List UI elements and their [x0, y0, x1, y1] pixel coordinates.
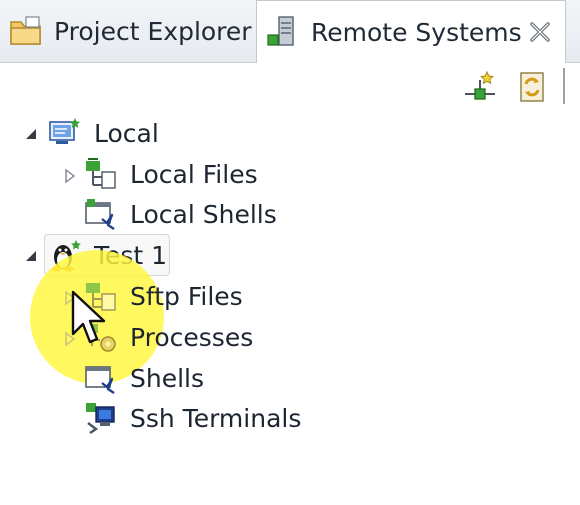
collapse-arrow-icon[interactable]: [23, 248, 39, 264]
tab-label: Remote Systems: [311, 17, 522, 47]
view-tab-bar: Project Explorer Remote Systems: [0, 0, 580, 63]
tree-item-label: Ssh Terminals: [130, 403, 302, 433]
tree-item-label: Local Files: [130, 159, 258, 189]
shell-icon: [85, 199, 115, 230]
local-computer-icon: [49, 118, 81, 144]
toolbar-separator: [563, 68, 565, 104]
collapse-arrow-icon[interactable]: [23, 126, 39, 142]
tree-item-label: Local Shells: [130, 199, 277, 229]
shell-icon: [85, 366, 115, 394]
tree-item-label: Shells: [130, 363, 205, 393]
tree-item-ssh-terminals[interactable]: Ssh Terminals: [84, 399, 301, 437]
tab-label: Project Explorer: [54, 16, 252, 46]
server-icon: [267, 16, 294, 46]
terminal-icon: [86, 403, 115, 435]
expand-arrow-icon[interactable]: [62, 168, 78, 184]
tab-remote-systems[interactable]: Remote Systems: [256, 0, 566, 63]
close-icon[interactable]: [527, 19, 553, 45]
tree-item-local-shells[interactable]: Local Shells: [84, 195, 277, 233]
new-connection-icon[interactable]: [463, 70, 497, 104]
tree-item-shells[interactable]: Shells: [84, 359, 204, 397]
tree-item-local-files[interactable]: Local Files: [84, 155, 258, 193]
refresh-icon[interactable]: [515, 70, 549, 104]
tree-item-label: Local: [94, 118, 159, 148]
files-subsystem-icon: [86, 158, 116, 189]
mouse-cursor-icon: [71, 290, 106, 344]
tree-item-label: Sftp Files: [130, 281, 243, 311]
tree-item-local[interactable]: Local: [48, 114, 159, 152]
tab-project-explorer[interactable]: Project Explorer: [0, 0, 254, 62]
folder-icon: [10, 16, 41, 45]
tree-item-label: Processes: [130, 322, 254, 352]
